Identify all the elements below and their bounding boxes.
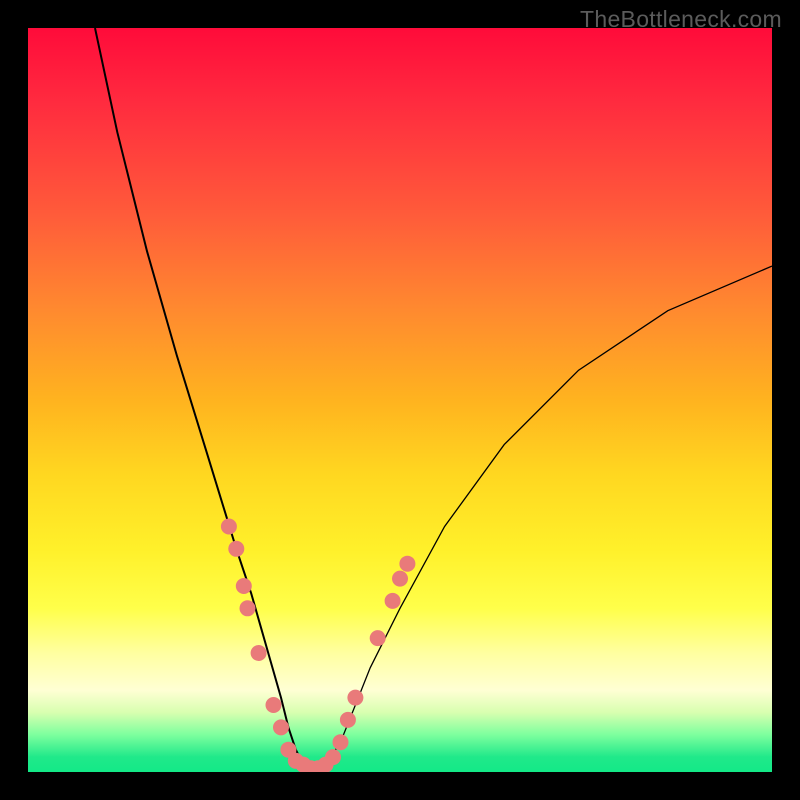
sample-dot [221,519,237,535]
sample-dot [340,712,356,728]
sample-dot [325,749,341,765]
sample-dot [251,645,267,661]
chart-frame: TheBottleneck.com [0,0,800,800]
sample-dot [333,734,349,750]
sample-dot [240,600,256,616]
sample-dot [347,690,363,706]
sample-dot [370,630,386,646]
sample-dot [392,571,408,587]
sample-dot [228,541,244,557]
sample-dot [273,719,289,735]
curve-svg [28,28,772,772]
sample-dot [236,578,252,594]
sample-dot [385,593,401,609]
bottleneck-curve-left [95,28,318,772]
sample-dots-group [221,519,416,773]
plot-area [28,28,772,772]
bottleneck-curve-right [311,266,772,772]
watermark-text: TheBottleneck.com [580,6,782,33]
sample-dot [266,697,282,713]
sample-dot [399,556,415,572]
